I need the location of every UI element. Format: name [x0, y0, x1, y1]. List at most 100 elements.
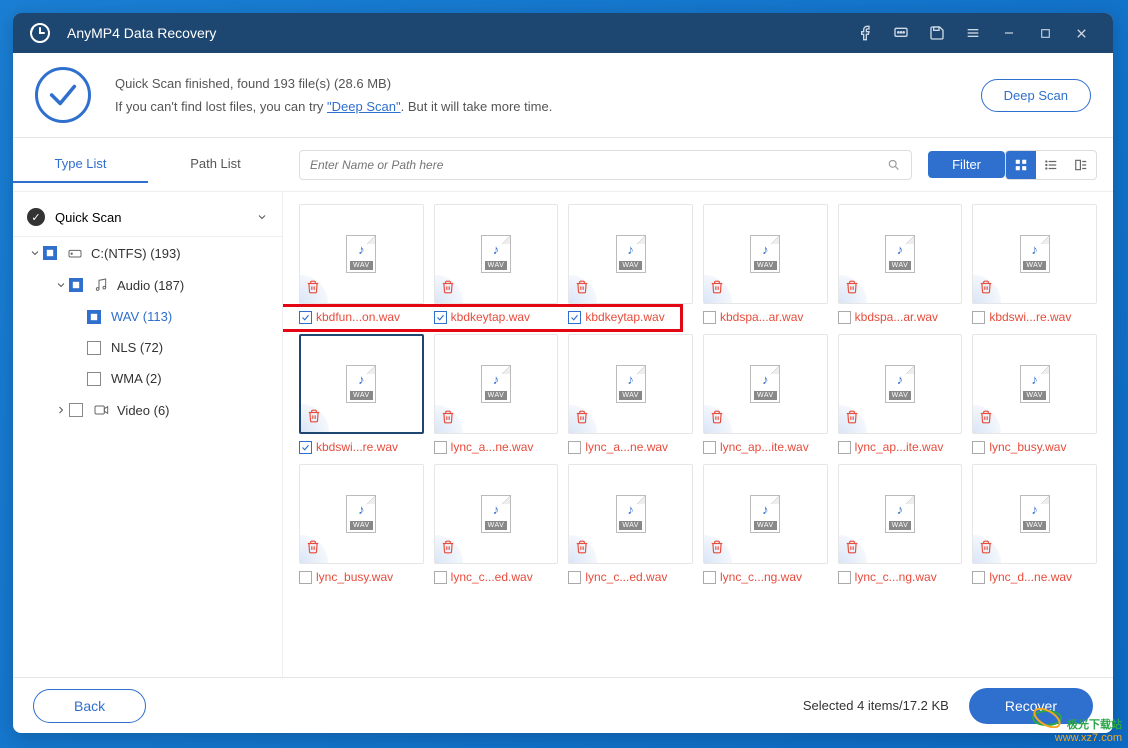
trash-icon: [845, 410, 859, 427]
file-thumbnail[interactable]: ♪WAV: [838, 204, 963, 304]
file-checkbox[interactable]: [838, 571, 851, 584]
deep-scan-link[interactable]: "Deep Scan": [327, 99, 401, 114]
sidebar-nls[interactable]: NLS (72): [13, 332, 282, 363]
checkbox[interactable]: [87, 310, 101, 324]
message-icon[interactable]: [883, 13, 919, 53]
maximize-button[interactable]: [1027, 13, 1063, 53]
sidebar-quick-scan[interactable]: ✓ Quick Scan: [13, 198, 282, 237]
menu-icon[interactable]: [955, 13, 991, 53]
file-checkbox[interactable]: [703, 441, 716, 454]
file-checkbox[interactable]: [972, 441, 985, 454]
file-checkbox[interactable]: [703, 571, 716, 584]
file-card[interactable]: ♪WAVkbdspa...ar.wav: [703, 204, 828, 324]
file-checkbox[interactable]: [972, 311, 985, 324]
file-card[interactable]: ♪WAVkbdspa...ar.wav: [838, 204, 963, 324]
wav-file-icon: ♪WAV: [1020, 235, 1050, 273]
file-checkbox[interactable]: [568, 311, 581, 324]
file-thumbnail[interactable]: ♪WAV: [703, 334, 828, 434]
file-checkbox[interactable]: [703, 311, 716, 324]
deep-scan-button[interactable]: Deep Scan: [981, 79, 1091, 112]
file-name: lync_d...ne.wav: [989, 570, 1072, 584]
file-name: lync_c...ng.wav: [855, 570, 937, 584]
file-card[interactable]: ♪WAVlync_busy.wav: [299, 464, 424, 584]
file-name: lync_a...ne.wav: [585, 440, 668, 454]
trash-icon: [710, 280, 724, 297]
file-thumbnail[interactable]: ♪WAV: [703, 464, 828, 564]
file-thumbnail[interactable]: ♪WAV: [838, 464, 963, 564]
tab-path-list[interactable]: Path List: [148, 146, 283, 183]
file-card[interactable]: ♪WAVlync_a...ne.wav: [434, 334, 559, 454]
save-icon[interactable]: [919, 13, 955, 53]
file-card[interactable]: ♪WAVlync_c...ng.wav: [703, 464, 828, 584]
file-card[interactable]: ♪WAVlync_ap...ite.wav: [838, 334, 963, 454]
file-checkbox[interactable]: [972, 571, 985, 584]
file-card[interactable]: ♪WAV lync_c...ng.wav: [838, 464, 963, 584]
search-input[interactable]: [310, 158, 887, 172]
checkbox[interactable]: [87, 372, 101, 386]
file-checkbox[interactable]: [838, 441, 851, 454]
sidebar-video[interactable]: Video (6): [13, 394, 282, 426]
file-thumbnail[interactable]: ♪WAV: [299, 334, 424, 434]
file-label: lync_c...ed.wav: [568, 570, 693, 584]
file-checkbox[interactable]: [838, 311, 851, 324]
file-thumbnail[interactable]: ♪WAV: [434, 464, 559, 564]
checkbox[interactable]: [69, 278, 83, 292]
trash-icon: [710, 410, 724, 427]
back-button[interactable]: Back: [33, 689, 146, 723]
file-thumbnail[interactable]: ♪WAV: [434, 334, 559, 434]
file-thumbnail[interactable]: ♪WAV: [838, 334, 963, 434]
file-card[interactable]: ♪WAVkbdkeytap.wav: [434, 204, 559, 324]
wav-file-icon: ♪WAV: [346, 495, 376, 533]
sidebar-drive[interactable]: C:(NTFS) (193): [13, 237, 282, 269]
tab-type-list[interactable]: Type List: [13, 146, 148, 183]
checkbox[interactable]: [87, 341, 101, 355]
recover-button[interactable]: Recover: [969, 688, 1093, 724]
file-thumbnail[interactable]: ♪WAV: [299, 204, 424, 304]
file-card[interactable]: ♪WAVlync_ap...ite.wav: [703, 334, 828, 454]
close-button[interactable]: [1063, 13, 1099, 53]
file-card[interactable]: ♪WAVkbdswi...re.wav: [299, 334, 424, 454]
file-thumbnail[interactable]: ♪WAV: [434, 204, 559, 304]
file-checkbox[interactable]: [568, 571, 581, 584]
file-thumbnail[interactable]: ♪WAV: [972, 334, 1097, 434]
file-name: kbdkeytap.wav: [585, 310, 664, 324]
file-card[interactable]: ♪WAV kbdkeytap.wav: [568, 204, 693, 324]
file-card[interactable]: ♪WAVkbdswi...re.wav: [972, 204, 1097, 324]
view-list-button[interactable]: [1036, 151, 1066, 179]
file-card[interactable]: ♪WAV lync_d...ne.wav: [972, 464, 1097, 584]
file-thumbnail[interactable]: ♪WAV: [568, 204, 693, 304]
file-thumbnail[interactable]: ♪WAV: [972, 464, 1097, 564]
file-checkbox[interactable]: [568, 441, 581, 454]
sidebar-audio[interactable]: Audio (187): [13, 269, 282, 301]
view-detail-button[interactable]: [1066, 151, 1096, 179]
file-card[interactable]: ♪WAVlync_busy.wav: [972, 334, 1097, 454]
file-label: kbdfun...on.wav: [299, 310, 424, 324]
filter-button[interactable]: Filter: [928, 151, 1005, 178]
sidebar-wav[interactable]: WAV (113): [13, 301, 282, 332]
minimize-button[interactable]: [991, 13, 1027, 53]
file-checkbox[interactable]: [434, 441, 447, 454]
file-checkbox[interactable]: [434, 571, 447, 584]
file-thumbnail[interactable]: ♪WAV: [972, 204, 1097, 304]
sidebar-wma[interactable]: WMA (2): [13, 363, 282, 394]
facebook-icon[interactable]: [847, 13, 883, 53]
file-card[interactable]: ♪WAVlync_c...ed.wav: [434, 464, 559, 584]
file-thumbnail[interactable]: ♪WAV: [703, 204, 828, 304]
file-label: lync_a...ne.wav: [568, 440, 693, 454]
video-icon: [93, 402, 109, 418]
file-checkbox[interactable]: [434, 311, 447, 324]
file-checkbox[interactable]: [299, 441, 312, 454]
view-grid-button[interactable]: [1006, 151, 1036, 179]
search-box[interactable]: [299, 150, 912, 180]
file-card[interactable]: ♪WAV lync_a...ne.wav: [568, 334, 693, 454]
file-label: kbdkeytap.wav: [568, 310, 693, 324]
file-checkbox[interactable]: [299, 311, 312, 324]
file-thumbnail[interactable]: ♪WAV: [299, 464, 424, 564]
file-thumbnail[interactable]: ♪WAV: [568, 464, 693, 564]
file-checkbox[interactable]: [299, 571, 312, 584]
file-card[interactable]: ♪WAV kbdfun...on.wav: [299, 204, 424, 324]
checkbox[interactable]: [43, 246, 57, 260]
file-card[interactable]: ♪WAV lync_c...ed.wav: [568, 464, 693, 584]
file-thumbnail[interactable]: ♪WAV: [568, 334, 693, 434]
checkbox[interactable]: [69, 403, 83, 417]
